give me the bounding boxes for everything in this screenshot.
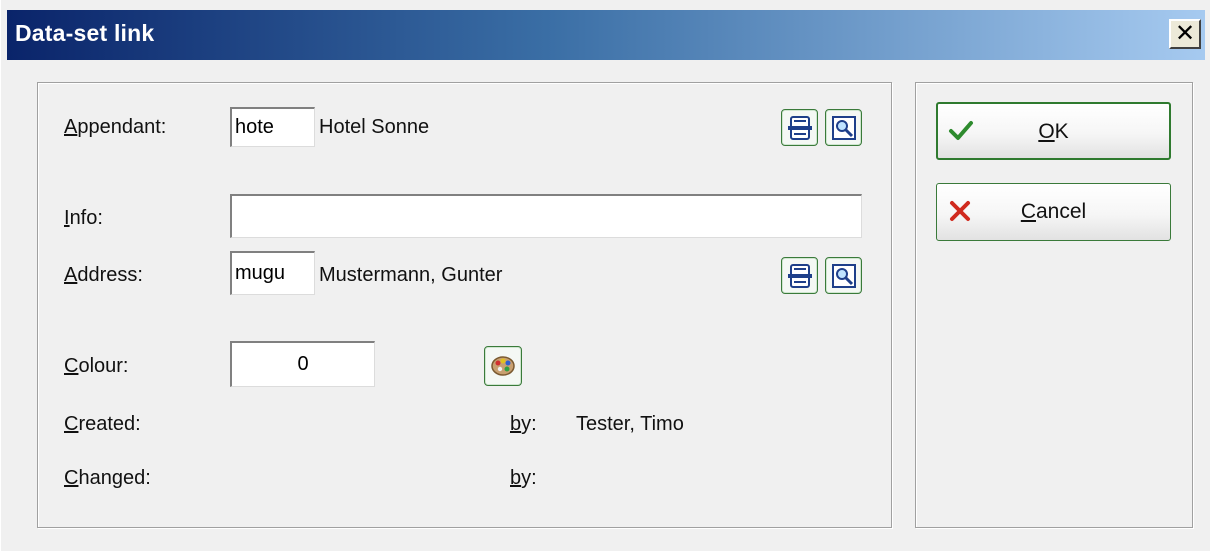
cancel-button[interactable]: Cancel (936, 183, 1171, 241)
created-label: Created: (64, 413, 141, 435)
colour-input[interactable] (230, 341, 375, 387)
magnifier-icon (831, 263, 856, 288)
info-input[interactable] (230, 194, 862, 238)
close-icon: ✕ (1174, 20, 1196, 47)
address-label: Address: (64, 264, 143, 286)
cancel-button-label: Cancel (1020, 200, 1087, 223)
appendant-list-button[interactable] (781, 109, 818, 146)
ok-button-label: OK (1038, 120, 1069, 143)
address-list-button[interactable] (781, 257, 818, 294)
appendant-label: Appendant: (64, 116, 167, 138)
created-by-value: Tester, Timo (576, 413, 684, 435)
address-search-button[interactable] (825, 257, 862, 294)
list-icon (787, 263, 812, 288)
info-label: Info: (64, 207, 103, 229)
address-name: Mustermann, Gunter (319, 264, 503, 286)
colour-picker-button[interactable] (484, 346, 522, 386)
dialog-window: Data-set link ✕ Appendant: Hotel Sonne I… (0, 0, 1210, 551)
changed-by-label: by: (510, 467, 537, 489)
ok-button[interactable]: OK (936, 102, 1171, 160)
colour-label: Colour: (64, 355, 129, 377)
palette-icon (491, 356, 515, 376)
appendant-name: Hotel Sonne (319, 116, 430, 138)
title-bar[interactable]: Data-set link ✕ (7, 10, 1205, 60)
magnifier-icon (831, 115, 856, 140)
window-title: Data-set link (15, 20, 155, 46)
appendant-code-input[interactable] (230, 107, 315, 147)
address-code-input[interactable] (230, 251, 315, 295)
close-button[interactable]: ✕ (1169, 19, 1201, 49)
created-by-label: by: (510, 413, 537, 435)
appendant-search-button[interactable] (825, 109, 862, 146)
list-icon (787, 115, 812, 140)
changed-label: Changed: (64, 467, 151, 489)
details-group (37, 82, 892, 528)
